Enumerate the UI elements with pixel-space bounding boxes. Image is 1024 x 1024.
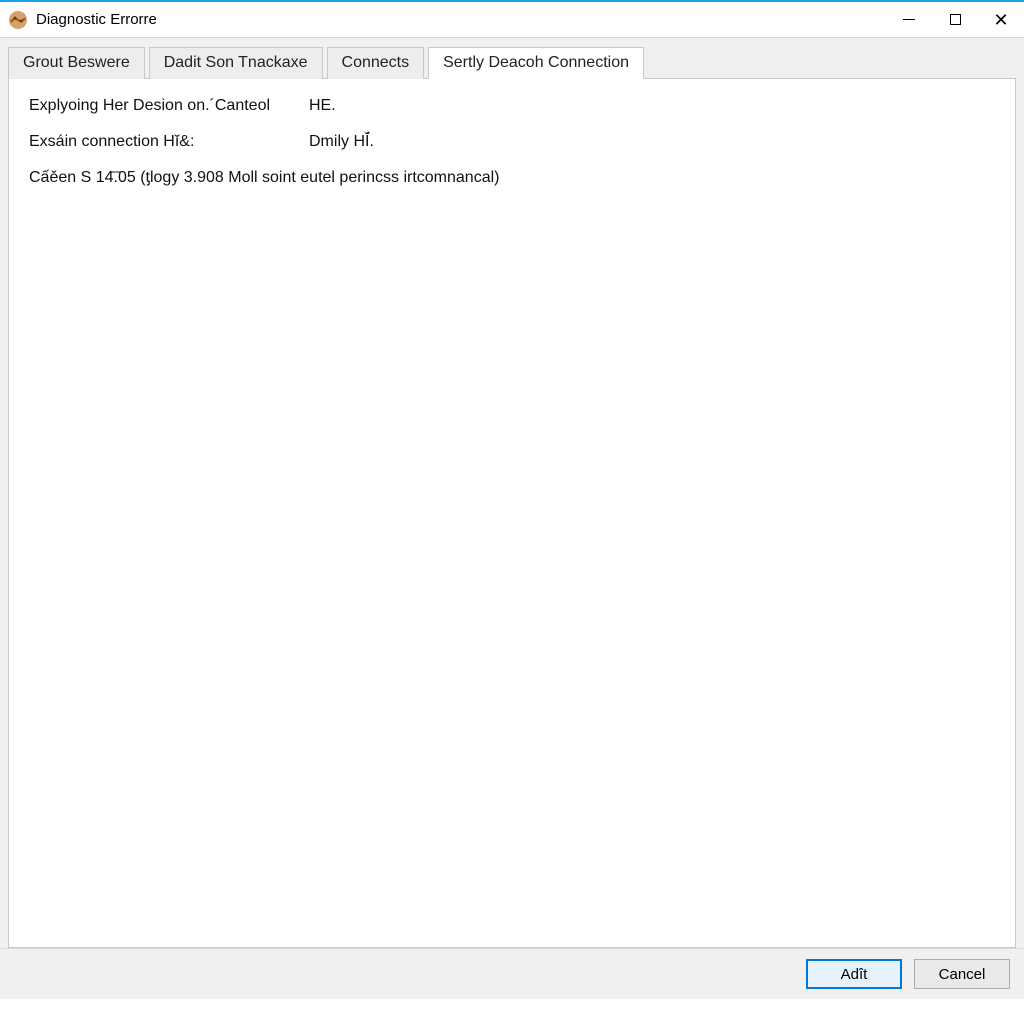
tab-panel: Explyoing Her Desion on.´Canteol HE. Exs… xyxy=(8,78,1016,948)
tab-sertly-deacoh-connection[interactable]: Sertly Deacoh Connection xyxy=(428,47,644,79)
button-bar: Adît Cancel xyxy=(0,948,1024,999)
app-icon xyxy=(8,10,28,30)
row2-value: Dmily HĬ́. xyxy=(309,133,374,151)
status-line: Cấěen S 14̄.̄05 (ƫlogy 3.908 Moll soint … xyxy=(29,169,995,187)
tab-area: Grout Beswere Dadit Son Tnackaxe Connect… xyxy=(0,38,1024,948)
cancel-button[interactable]: Cancel xyxy=(914,959,1010,989)
titlebar: Diagnostic Errorre ✕ xyxy=(0,2,1024,38)
tab-strip: Grout Beswere Dadit Son Tnackaxe Connect… xyxy=(8,47,1016,79)
minimize-icon xyxy=(903,19,915,20)
dialog-window: Diagnostic Errorre ✕ Grout Beswere Dadit… xyxy=(0,0,1024,1024)
row2-label: Exsáin connection Hĭ&: xyxy=(29,133,309,151)
row1-value: HE. xyxy=(309,97,336,115)
row1-label: Explyoing Her Desion on.´Canteol xyxy=(29,97,309,115)
window-controls: ✕ xyxy=(886,2,1024,37)
tab-dadit[interactable]: Dadit Son Tnackaxe xyxy=(149,47,323,79)
info-row: Explyoing Her Desion on.´Canteol HE. xyxy=(29,97,995,115)
maximize-button[interactable] xyxy=(932,2,978,37)
info-row: Exsáin connection Hĭ&: Dmily HĬ́. xyxy=(29,133,995,151)
close-button[interactable]: ✕ xyxy=(978,2,1024,37)
window-title: Diagnostic Errorre xyxy=(36,11,157,28)
maximize-icon xyxy=(950,14,961,25)
tab-connects[interactable]: Connects xyxy=(327,47,425,79)
adit-button[interactable]: Adît xyxy=(806,959,902,989)
minimize-button[interactable] xyxy=(886,2,932,37)
tab-grout[interactable]: Grout Beswere xyxy=(8,47,145,79)
close-icon: ✕ xyxy=(993,11,1008,29)
